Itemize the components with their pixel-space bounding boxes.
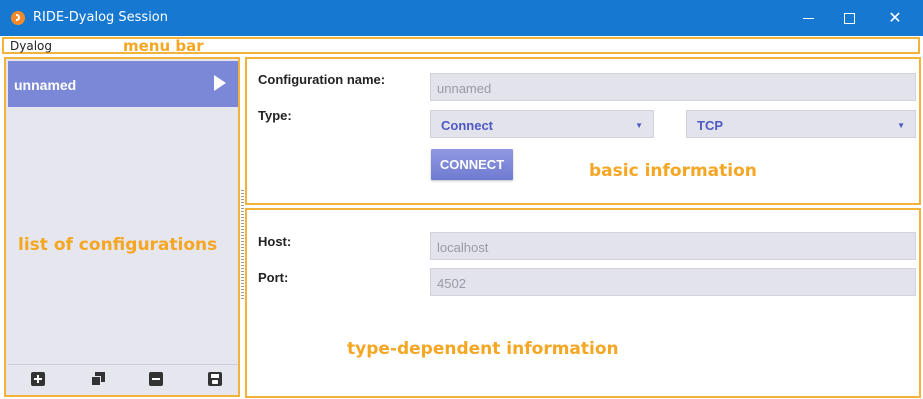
- close-icon: ✕: [888, 8, 902, 27]
- type-select-value: Connect: [441, 118, 493, 133]
- maximize-button[interactable]: [826, 0, 872, 36]
- configuration-name-label: Configuration name:: [258, 72, 386, 87]
- chevron-down-icon: ▼: [635, 121, 643, 130]
- window-title: RIDE-Dyalog Session: [33, 10, 169, 25]
- list-item[interactable]: unnamed: [8, 61, 238, 107]
- connect-button[interactable]: CONNECT: [431, 149, 513, 180]
- remove-icon[interactable]: [149, 372, 163, 386]
- port-input[interactable]: 4502: [430, 268, 916, 296]
- menu-item-dyalog[interactable]: Dyalog: [10, 39, 52, 53]
- protocol-select-value: TCP: [697, 118, 723, 133]
- configuration-list: unnamed list of configurations: [4, 57, 240, 397]
- type-select[interactable]: Connect ▼: [430, 110, 654, 138]
- host-label: Host:: [258, 234, 292, 249]
- annotation-menu-bar: menu bar: [123, 37, 204, 55]
- title-bar[interactable]: RIDE-Dyalog Session ✕: [0, 0, 923, 36]
- minimize-button[interactable]: [785, 0, 831, 36]
- port-label: Port:: [258, 270, 289, 285]
- chevron-down-icon: ▼: [897, 121, 905, 130]
- save-icon[interactable]: [208, 372, 222, 386]
- annotation-list-of-configurations: list of configurations: [18, 235, 218, 255]
- maximize-icon: [843, 12, 855, 24]
- close-button[interactable]: ✕: [872, 0, 918, 36]
- type-label: Type:: [258, 108, 292, 123]
- type-dependent-panel: Host: localhost Port: 4502 type-dependen…: [245, 208, 921, 398]
- minimize-icon: [802, 17, 814, 19]
- configuration-name-input[interactable]: unnamed: [430, 73, 916, 101]
- host-input[interactable]: localhost: [430, 232, 916, 260]
- dyalog-app-icon: [11, 11, 25, 25]
- protocol-select[interactable]: TCP ▼: [686, 110, 916, 138]
- list-toolbar: [8, 364, 238, 393]
- play-icon[interactable]: [214, 75, 226, 91]
- annotation-basic-information: basic information: [589, 161, 757, 181]
- annotation-type-dependent-information: type-dependent information: [347, 339, 619, 359]
- basic-information-panel: Configuration name: unnamed Type: Connec…: [245, 57, 921, 205]
- add-icon[interactable]: [31, 372, 45, 386]
- clone-icon[interactable]: [91, 372, 105, 386]
- config-item-label: unnamed: [14, 77, 77, 93]
- panel-splitter[interactable]: [241, 190, 244, 300]
